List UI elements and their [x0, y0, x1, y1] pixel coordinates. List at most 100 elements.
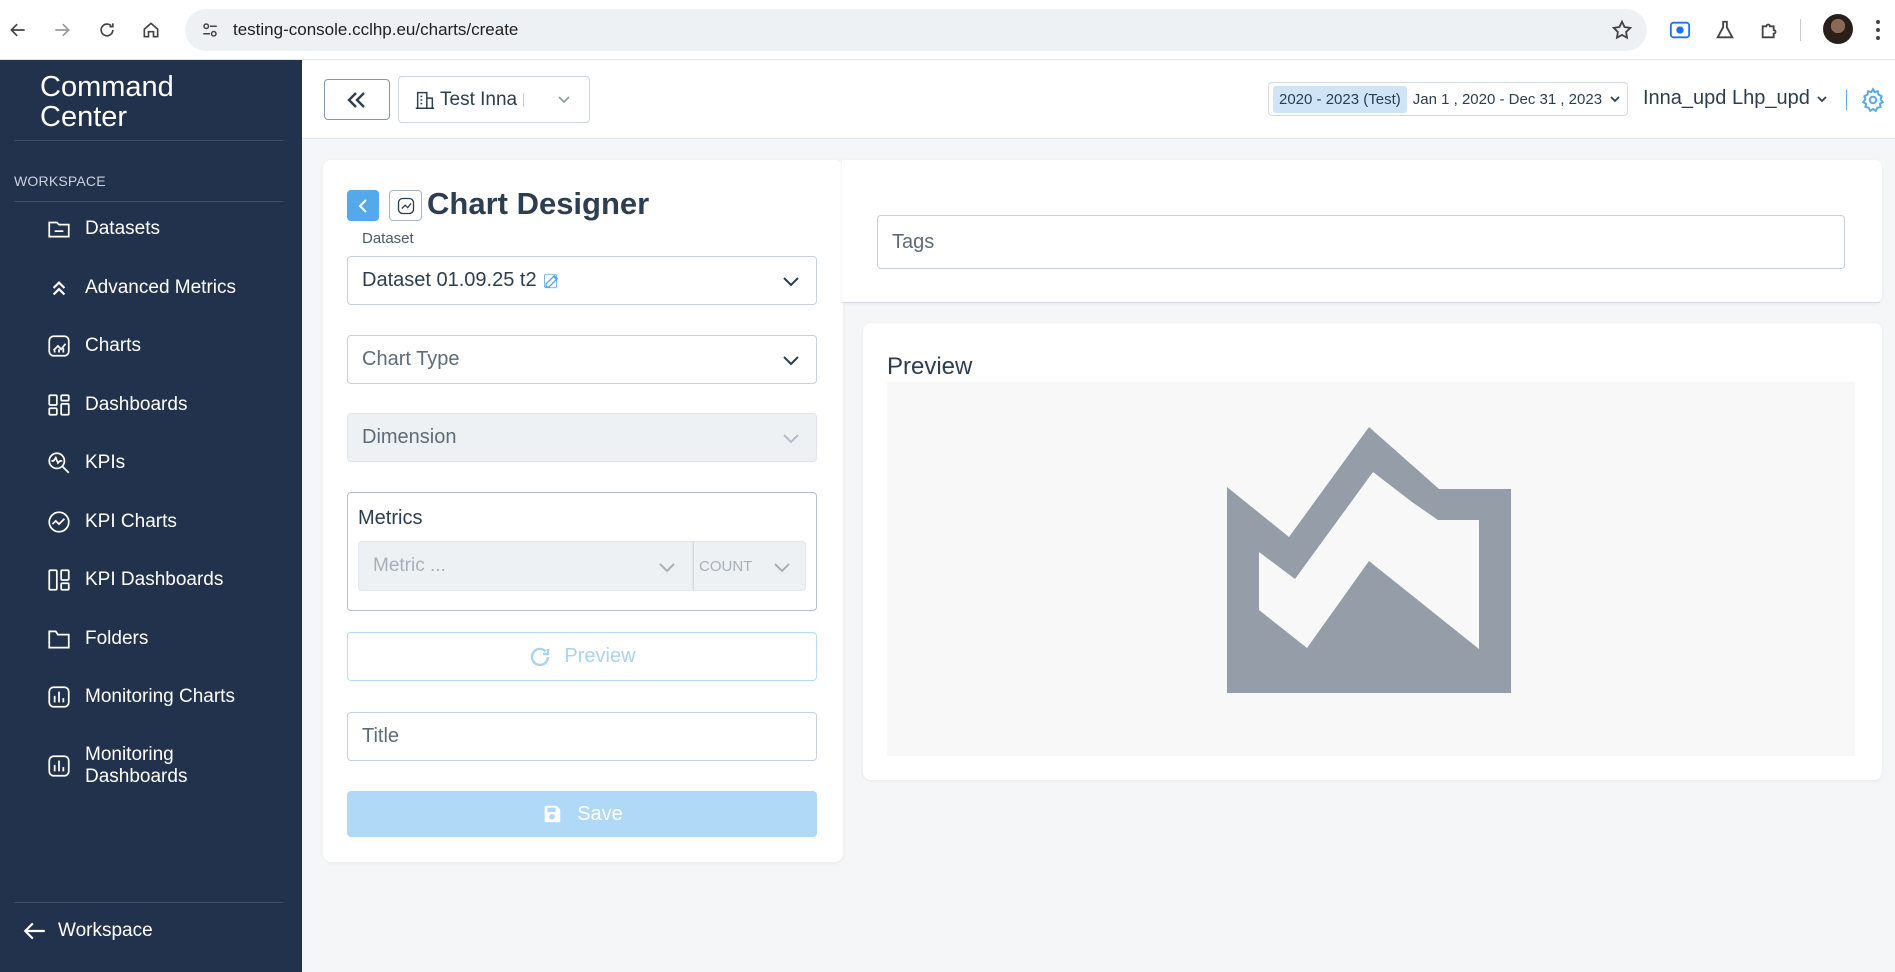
- preview-button-label: Preview: [564, 645, 636, 667]
- sidebar-item-label: Advanced Metrics: [85, 277, 237, 298]
- chart-placeholder-icon: [1227, 427, 1511, 693]
- dimension-placeholder: Dimension: [362, 426, 457, 448]
- sidebar-item-folders[interactable]: Folders: [45, 625, 148, 653]
- save-button[interactable]: Save: [347, 791, 817, 837]
- back-to-workspace-link[interactable]: Workspace: [22, 918, 153, 944]
- preview-area: [887, 382, 1855, 756]
- refresh-icon: [531, 647, 550, 666]
- bookmark-star-icon[interactable]: [1611, 19, 1633, 41]
- address-bar[interactable]: testing-console.cclhp.eu/charts/create: [185, 9, 1647, 51]
- aggregation-select[interactable]: COUNT: [693, 541, 806, 591]
- sidebar-item-charts[interactable]: Charts: [45, 332, 141, 360]
- sidebar-item-kpi-charts[interactable]: KPI Charts: [45, 508, 177, 536]
- user-menu[interactable]: Inna_upd Lhp_upd: [1643, 87, 1828, 110]
- header-divider: [1846, 90, 1847, 110]
- chart-type-placeholder: Chart Type: [362, 348, 460, 370]
- back-to-workspace-label: Workspace: [58, 920, 153, 941]
- tags-placeholder: Tags: [892, 230, 935, 253]
- browser-menu-icon[interactable]: [1875, 18, 1881, 42]
- tags-input[interactable]: Tags: [877, 215, 1845, 269]
- monitoring-chart-icon: [45, 683, 73, 711]
- chart-type-select[interactable]: Chart Type: [347, 335, 817, 384]
- sidebar-item-datasets[interactable]: Datasets: [45, 215, 160, 243]
- back-arrow-icon[interactable]: [2, 14, 34, 46]
- sidebar-divider: [14, 140, 283, 141]
- dataset-value: Dataset 01.09.25 t2: [362, 269, 537, 291]
- sidebar-item-label: Charts: [85, 335, 141, 356]
- period-badge: 2020 - 2023 (Test): [1273, 85, 1407, 113]
- reload-icon[interactable]: [91, 14, 123, 46]
- url-text[interactable]: testing-console.cclhp.eu/charts/create: [233, 20, 518, 40]
- sidebar-item-label: Datasets: [85, 218, 160, 239]
- metric-placeholder: Metric ...: [373, 555, 446, 576]
- dataset-select[interactable]: Dataset 01.09.25 t2: [347, 256, 817, 305]
- forward-arrow-icon[interactable]: [46, 14, 78, 46]
- folder-icon: [45, 625, 73, 653]
- sidebar-divider: [14, 201, 283, 202]
- dimension-select[interactable]: Dimension: [347, 413, 817, 462]
- sidebar-item-label: KPI Dashboards: [85, 569, 224, 590]
- project-select[interactable]: Test Inna: [398, 76, 590, 123]
- metrics-label: Metrics: [358, 507, 423, 529]
- user-name: Inna_upd Lhp_upd: [1643, 87, 1810, 109]
- save-icon: [544, 805, 561, 823]
- kpi-dashboard-icon: [45, 566, 73, 594]
- label-line2: Dashboards: [85, 766, 188, 787]
- sidebar-item-kpi-dashboards[interactable]: KPI Dashboards: [45, 566, 223, 594]
- project-name: Test Inna: [440, 88, 518, 110]
- site-settings-icon[interactable]: [199, 19, 221, 41]
- sidebar-item-monitoring-charts[interactable]: Monitoring Charts: [45, 683, 235, 711]
- metrics-section: Metrics Metric ... COUNT: [347, 492, 817, 611]
- app-title[interactable]: Command Center: [40, 72, 174, 132]
- gear-icon[interactable]: [1860, 87, 1886, 113]
- profile-avatar[interactable]: [1823, 14, 1853, 44]
- sidebar-item-advanced-metrics[interactable]: Advanced Metrics: [45, 274, 236, 302]
- screen-record-icon[interactable]: [1667, 17, 1693, 43]
- chart-type-icon-button[interactable]: [389, 190, 422, 221]
- sidebar-item-monitoring-dashboards[interactable]: Monitoring Dashboards: [45, 744, 187, 788]
- chevron-left-icon: [358, 198, 367, 213]
- chart-icon: [397, 197, 414, 214]
- building-icon: [415, 91, 435, 109]
- preview-title: Preview: [887, 353, 973, 380]
- app-title-line2: Center: [40, 101, 128, 133]
- title-input[interactable]: Title: [347, 712, 817, 761]
- preview-button[interactable]: Preview: [347, 632, 817, 681]
- card-divider: [842, 302, 1880, 303]
- sidebar-item-dashboards[interactable]: Dashboards: [45, 391, 187, 419]
- collapse-sidebar-button[interactable]: [324, 79, 390, 120]
- chevron-down-icon: [783, 434, 799, 444]
- back-button[interactable]: [347, 190, 379, 221]
- period-select[interactable]: 2020 - 2023 (Test) Jan 1 , 2020 - Dec 31…: [1268, 82, 1628, 116]
- sidebar: Command Center WORKSPACE Datasets Advanc…: [0, 60, 302, 972]
- dataset-label: Dataset: [362, 230, 414, 247]
- sidebar-item-label: Monitoring Charts: [85, 686, 235, 707]
- dataset-icon: [45, 215, 73, 243]
- period-range: Jan 1 , 2020 - Dec 31 , 2023: [1412, 90, 1603, 108]
- sidebar-item-kpis[interactable]: KPIs: [45, 449, 125, 477]
- chart-icon: [45, 332, 73, 360]
- sidebar-divider: [14, 902, 283, 903]
- sidebar-item-label: Monitoring Dashboards: [85, 744, 187, 788]
- extensions-puzzle-icon[interactable]: [1757, 17, 1783, 43]
- metric-select[interactable]: Metric ...: [358, 541, 693, 591]
- monitoring-dashboard-icon: [45, 752, 73, 780]
- label-line1: Monitoring: [85, 744, 174, 765]
- edit-icon[interactable]: [543, 272, 561, 290]
- page-title: Chart Designer: [427, 186, 650, 221]
- title-placeholder: Title: [362, 725, 400, 747]
- chevron-down-icon: [659, 563, 675, 573]
- kpi-icon: [45, 449, 73, 477]
- chevron-down-icon: [783, 356, 799, 366]
- save-button-label: Save: [577, 802, 623, 825]
- chevron-down-icon: [1817, 95, 1827, 102]
- home-icon[interactable]: [135, 14, 167, 46]
- double-chevron-up-icon: [45, 274, 73, 302]
- chevron-down-icon: [783, 277, 799, 287]
- aggregation-value: COUNT: [699, 557, 753, 575]
- kpi-chart-icon: [45, 508, 73, 536]
- labs-flask-icon[interactable]: [1712, 17, 1738, 43]
- sidebar-item-label: KPI Charts: [85, 511, 177, 532]
- app-title-line1: Command: [40, 71, 174, 103]
- sidebar-item-label: Folders: [85, 628, 149, 649]
